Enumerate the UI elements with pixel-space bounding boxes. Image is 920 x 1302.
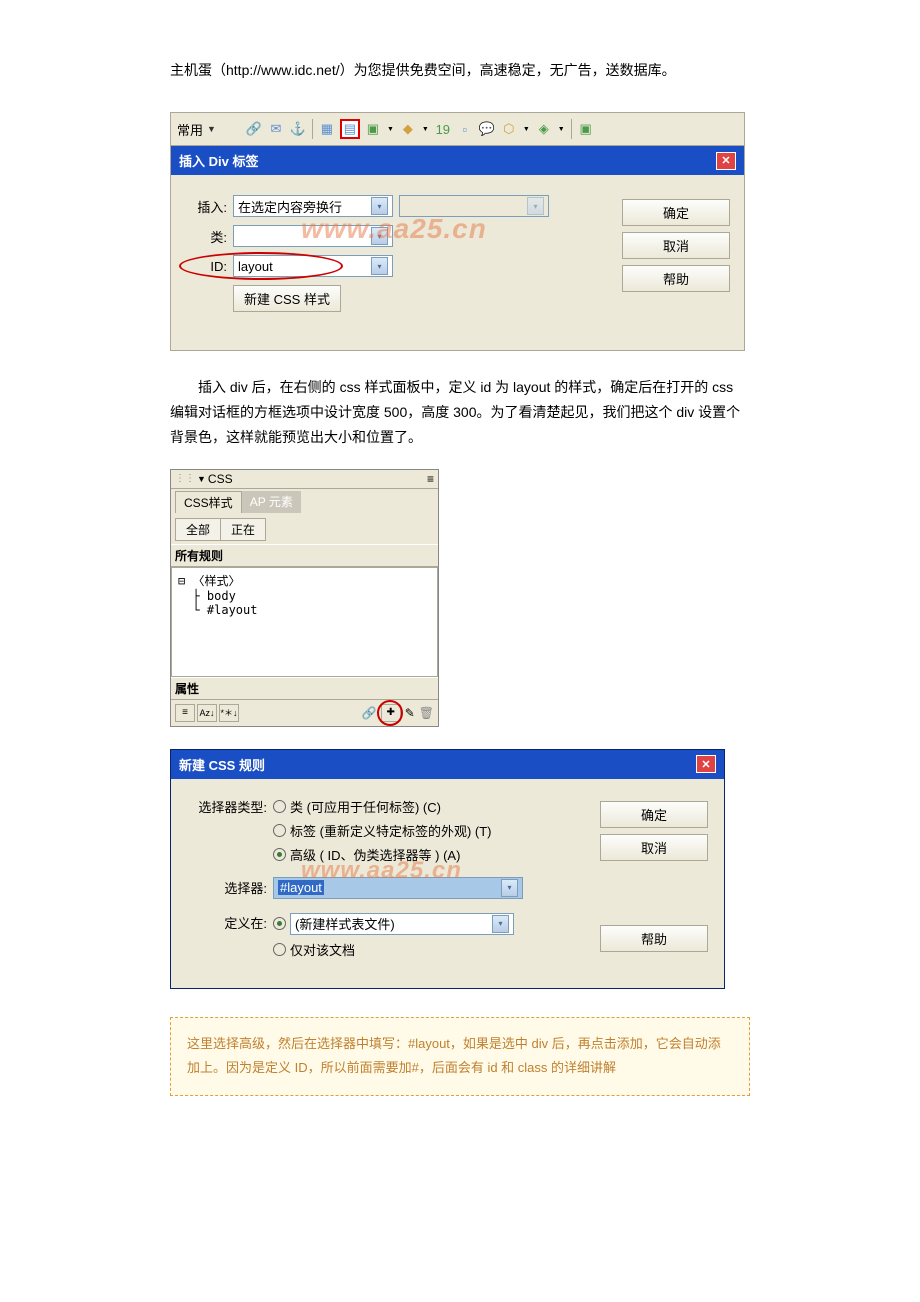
- class-label: 类:: [185, 227, 233, 246]
- az-view-icon[interactable]: Az↓: [197, 704, 217, 722]
- define-in-label: 定义在:: [187, 913, 273, 964]
- selector-type-label: 选择器类型:: [187, 797, 273, 869]
- dialog-title-bar: 新建 CSS 规则 ✕: [171, 750, 724, 779]
- script-icon[interactable]: ⬡: [501, 121, 517, 137]
- watermark: www.aa25.cn: [301, 213, 487, 245]
- close-icon[interactable]: ✕: [716, 152, 736, 170]
- rules-header: 所有规则: [171, 544, 438, 567]
- help-button[interactable]: 帮助: [600, 925, 708, 952]
- tab-css-styles[interactable]: CSS样式: [175, 491, 242, 513]
- help-button[interactable]: 帮助: [622, 265, 730, 292]
- props-header: 属性: [171, 677, 438, 700]
- template-icon[interactable]: ▣: [578, 121, 594, 137]
- ok-button[interactable]: 确定: [600, 801, 708, 828]
- radio-this-doc[interactable]: [273, 943, 286, 956]
- menu-icon[interactable]: ≡: [427, 472, 434, 486]
- note-box: 这里选择高级，然后在选择器中填写：#layout，如果是选中 div 后，再点击…: [170, 1017, 750, 1096]
- toolbar-category[interactable]: 常用 ▼: [177, 120, 216, 139]
- grip-icon[interactable]: ⋮⋮: [175, 473, 195, 484]
- dropdown-icon[interactable]: ▼: [422, 126, 429, 133]
- page-header-text: 主机蛋（http://www.idc.net/）为您提供免费空间，高速稳定，无广…: [170, 60, 750, 80]
- cancel-button[interactable]: 取消: [600, 834, 708, 861]
- watermark: www.aa25.cn: [301, 857, 462, 885]
- cancel-button[interactable]: 取消: [622, 232, 730, 259]
- date-icon[interactable]: 19: [435, 121, 451, 137]
- new-css-button[interactable]: 新建 CSS 样式: [233, 285, 341, 312]
- link-icon[interactable]: 🔗: [362, 706, 377, 720]
- dropdown-icon[interactable]: ▼: [523, 126, 530, 133]
- mail-icon[interactable]: ✉: [268, 121, 284, 137]
- chevron-down-icon: ▾: [371, 257, 388, 275]
- table-icon[interactable]: ▦: [319, 121, 335, 137]
- edit-icon[interactable]: ✎: [405, 706, 415, 720]
- chevron-down-icon: ▾: [527, 197, 544, 215]
- panel-title: CSS: [208, 472, 233, 486]
- tab-ap-elements[interactable]: AP 元素: [242, 491, 301, 513]
- radio-tag-label: 标签 (重新定义特定标签的外观) (T): [290, 821, 491, 840]
- chevron-down-icon: ▾: [492, 915, 509, 933]
- include-icon[interactable]: ▫: [457, 121, 473, 137]
- radio-class-label: 类 (可应用于任何标签) (C): [290, 797, 441, 816]
- css-styles-panel: ⋮⋮ ▼ CSS ≡ CSS样式 AP 元素 全部 正在 所有规则 ⊟ 〈样式〉…: [170, 469, 439, 727]
- all-button[interactable]: 全部: [175, 518, 221, 541]
- dialog-title-bar: 插入 Div 标签 ✕: [171, 146, 744, 175]
- dropdown-icon[interactable]: ▼: [387, 126, 394, 133]
- chevron-down-icon: ▾: [501, 879, 518, 897]
- radio-class[interactable]: [273, 800, 286, 813]
- insert-div-dialog: 常用 ▼ 🔗 ✉ ⚓ ▦ ▤ ▣ ▼ ◆ ▼ 19 ▫ 💬 ⬡ ▼ ◈ ▼: [170, 112, 745, 351]
- comment-icon[interactable]: 💬: [479, 121, 495, 137]
- radio-advanced[interactable]: [273, 848, 286, 861]
- div-icon[interactable]: ▤: [341, 120, 359, 138]
- dialog-title: 新建 CSS 规则: [179, 755, 265, 774]
- anchor-icon[interactable]: ⚓: [290, 121, 306, 137]
- tree-root: 〈样式〉: [192, 574, 240, 588]
- category-view-icon[interactable]: ≡: [175, 704, 195, 722]
- image-icon[interactable]: ▣: [365, 121, 381, 137]
- close-icon[interactable]: ✕: [696, 755, 716, 773]
- insert-label: 插入:: [185, 197, 233, 216]
- media-icon[interactable]: ◆: [400, 121, 416, 137]
- define-value: (新建样式表文件): [295, 914, 395, 933]
- link-icon[interactable]: 🔗: [246, 121, 262, 137]
- toolbar-category-label: 常用: [177, 120, 203, 139]
- toolbar: 常用 ▼ 🔗 ✉ ⚓ ▦ ▤ ▣ ▼ ◆ ▼ 19 ▫ 💬 ⬡ ▼ ◈ ▼: [171, 113, 744, 146]
- radio-tag[interactable]: [273, 824, 286, 837]
- tree-item-body: body: [207, 589, 236, 603]
- dropdown-icon[interactable]: ▼: [558, 126, 565, 133]
- radio-new-file[interactable]: [273, 917, 286, 930]
- rules-tree[interactable]: ⊟ 〈样式〉 ├ body └ #layout: [171, 567, 438, 677]
- ok-button[interactable]: 确定: [622, 199, 730, 226]
- tag-icon[interactable]: ◈: [536, 121, 552, 137]
- chevron-down-icon[interactable]: ▼: [197, 474, 206, 484]
- dialog-title: 插入 Div 标签: [179, 151, 258, 170]
- define-combo[interactable]: (新建样式表文件) ▾: [290, 913, 514, 935]
- selector-label: 选择器:: [187, 878, 273, 897]
- radio-this-doc-label: 仅对该文档: [290, 940, 355, 959]
- trash-icon[interactable]: 🗑: [419, 706, 434, 720]
- current-button[interactable]: 正在: [221, 518, 266, 541]
- tree-item-layout: #layout: [207, 603, 258, 617]
- new-css-rule-dialog: 新建 CSS 规则 ✕ www.aa25.cn 选择器类型: 类 (可应用于任何…: [170, 749, 725, 989]
- paragraph-1: 插入 div 后，在右侧的 css 样式面板中，定义 id 为 layout 的…: [170, 375, 750, 451]
- chevron-down-icon: ▼: [207, 124, 216, 134]
- set-view-icon[interactable]: *＊↓: [219, 704, 239, 722]
